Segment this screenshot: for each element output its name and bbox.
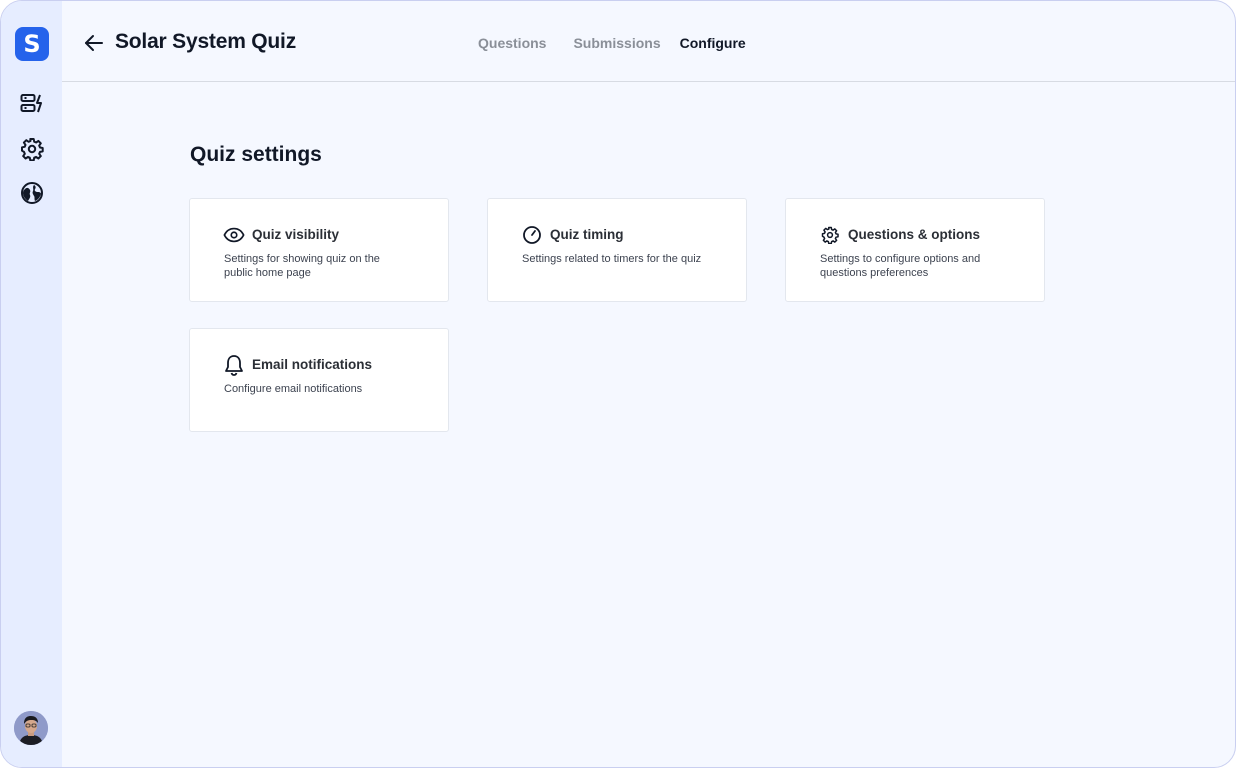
card-description: Settings related to timers for the quiz [522, 253, 702, 265]
gear-icon [819, 224, 841, 246]
section-title: Quiz settings [190, 143, 322, 166]
sidebar-item-dashboard[interactable] [20, 92, 44, 116]
card-description: Configure email notifications [224, 383, 363, 395]
top-bar: Solar System Quiz Questions Submissions … [62, 1, 1235, 82]
app-logo[interactable]: S [15, 27, 49, 61]
back-button[interactable] [82, 31, 106, 55]
avatar-image [14, 711, 48, 745]
settings-card-quiz-timing[interactable]: Quiz timing Settings related to timers f… [487, 198, 747, 302]
tab-bar: Questions Submissions Configure [478, 35, 746, 51]
settings-card-questions-options[interactable]: Questions & options Settings to configur… [785, 198, 1045, 302]
card-description: Settings to configure options and questi… [820, 253, 981, 279]
card-title: Email notifications [252, 357, 373, 372]
eye-icon [223, 224, 245, 246]
gear-icon [21, 138, 44, 161]
tab-questions[interactable]: Questions [478, 35, 546, 51]
sidebar-item-settings[interactable] [20, 137, 44, 161]
settings-card-email-notifications[interactable]: Email notifications Configure email noti… [189, 328, 449, 432]
sidebar: S [1, 1, 62, 767]
card-description: Settings for showing quiz on the public … [224, 253, 380, 279]
tab-configure[interactable]: Configure [680, 35, 746, 51]
bell-icon [223, 354, 245, 376]
timer-icon [521, 224, 543, 246]
settings-card-quiz-visibility[interactable]: Quiz visibility Settings for showing qui… [189, 198, 449, 302]
app-window: S Solar System Quiz Questions Submission… [0, 0, 1236, 768]
logo-letter: S [23, 30, 41, 58]
page-title: Solar System Quiz [115, 30, 296, 53]
tab-submissions[interactable]: Submissions [573, 35, 660, 51]
user-avatar[interactable] [14, 711, 48, 745]
card-title: Questions & options [848, 227, 981, 242]
card-title: Quiz timing [550, 227, 624, 242]
globe-icon [21, 182, 43, 204]
arrow-left-icon [85, 35, 103, 51]
sidebar-item-globe[interactable] [20, 181, 44, 205]
card-title: Quiz visibility [252, 227, 340, 242]
dashboard-icon [20, 94, 42, 113]
